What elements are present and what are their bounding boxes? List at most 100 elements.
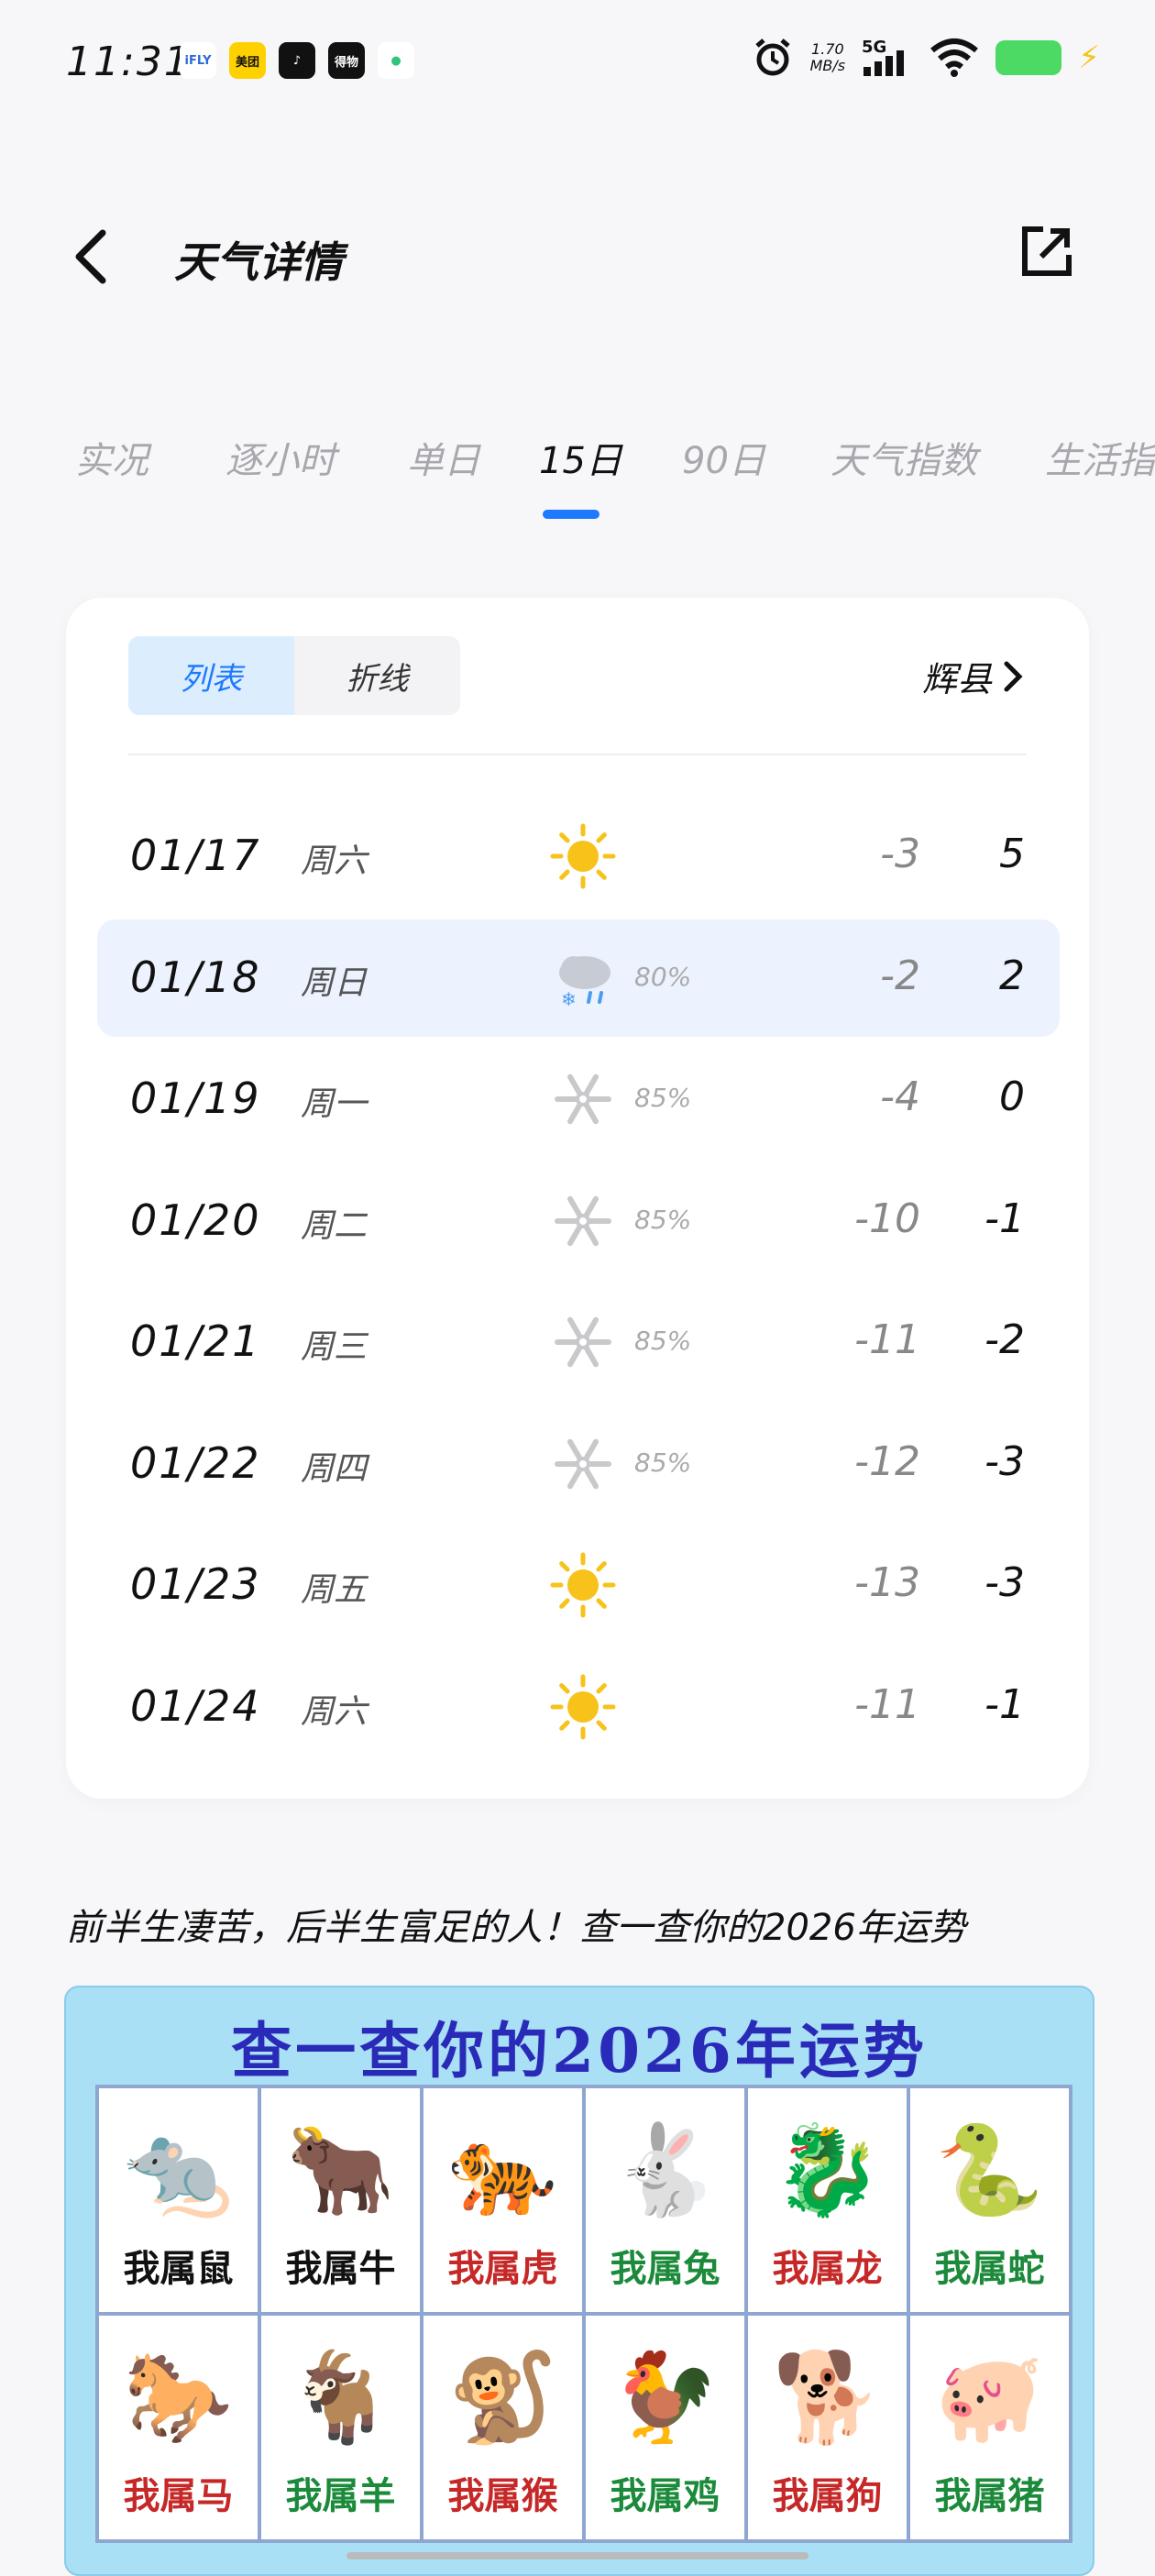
zodiac-cell[interactable]: 🐎 我属马 xyxy=(99,2316,258,2539)
line-view-button[interactable]: 折线 xyxy=(294,636,460,715)
zodiac-label: 我属鼠 xyxy=(123,2247,234,2290)
sun-icon xyxy=(550,1674,616,1739)
zodiac-label: 我属猪 xyxy=(934,2474,1045,2517)
forecast-row[interactable]: 01/20 周二 85% -10 -1 xyxy=(97,1162,1060,1280)
share-icon[interactable] xyxy=(1019,224,1074,279)
clock: 11:31 xyxy=(66,39,192,85)
sleet-icon: ❄ xyxy=(559,955,610,1010)
snow-icon xyxy=(555,1195,611,1246)
zodiac-label: 我属虎 xyxy=(447,2247,558,2290)
back-arrow-icon[interactable] xyxy=(72,227,112,286)
network-type: 5G xyxy=(862,38,886,57)
zodiac-cell[interactable]: 🐖 我属猪 xyxy=(910,2316,1069,2539)
zodiac-ad-banner[interactable]: 查一查你的2026年运势 🐀 我属鼠 🐂 我属牛 🐅 我属虎 🐇 我属兔 🐉 我属龙 🐍 我属蛇 🐎 我属… xyxy=(64,1986,1094,2576)
location-selector[interactable]: 辉县 xyxy=(922,651,1023,701)
low-temp: -11 xyxy=(854,1316,920,1363)
zodiac-label: 我属羊 xyxy=(285,2474,396,2517)
zodiac-grid: 🐀 我属鼠 🐂 我属牛 🐅 我属虎 🐇 我属兔 🐉 我属龙 🐍 我属蛇 🐎 我属马 🐐 我属羊 🐒 我属猴 🐓 我属鸡… xyxy=(95,2085,1072,2543)
low-temp: -13 xyxy=(854,1559,920,1606)
precip-chance: 85% xyxy=(634,1083,692,1113)
status-bar: 11:31 iFLY 美团 ♪ 得物 ● 1.70 MB/s 5G ⚡ xyxy=(0,0,1155,128)
forecast-weekday: 周六 xyxy=(301,842,368,880)
forecast-weekday: 周日 xyxy=(301,963,368,1002)
zodiac-animal-icon: 🐉 xyxy=(772,2119,883,2221)
divider xyxy=(128,754,1027,755)
zodiac-cell[interactable]: 🐂 我属牛 xyxy=(261,2088,420,2312)
zodiac-label: 我属蛇 xyxy=(934,2247,1045,2290)
high-temp: -1 xyxy=(984,1194,1025,1242)
network-speed-value: 1.70 xyxy=(811,40,844,58)
forecast-date: 01/19 xyxy=(130,1073,261,1123)
forecast-row[interactable]: 01/19 周一 85% -4 0 xyxy=(97,1040,1060,1158)
zodiac-animal-icon: 🐂 xyxy=(285,2119,396,2221)
tab-5[interactable]: 天气指数 xyxy=(830,431,977,484)
zodiac-label: 我属鸡 xyxy=(610,2474,720,2517)
page-title: 天气详情 xyxy=(174,237,343,287)
zodiac-animal-icon: 🐕 xyxy=(772,2346,883,2449)
chevron-right-icon xyxy=(1004,661,1023,691)
zodiac-cell[interactable]: 🐐 我属羊 xyxy=(261,2316,420,2539)
green-app-icon: ● xyxy=(378,42,414,79)
douyin-icon: ♪ xyxy=(279,42,315,79)
forecast-row[interactable]: 01/17 周六 -3 5 xyxy=(97,798,1060,915)
low-temp: -11 xyxy=(854,1680,920,1728)
tab-6[interactable]: 生活指数 xyxy=(1045,431,1155,484)
wifi-icon xyxy=(930,39,979,77)
zodiac-cell[interactable]: 🐕 我属狗 xyxy=(748,2316,907,2539)
tab-3[interactable]: 15日 xyxy=(539,431,622,484)
active-tab-indicator xyxy=(543,510,600,519)
zodiac-label: 我属牛 xyxy=(285,2247,396,2290)
snow-icon xyxy=(555,1073,611,1125)
zodiac-cell[interactable]: 🐀 我属鼠 xyxy=(99,2088,258,2312)
zodiac-label: 我属兔 xyxy=(610,2247,720,2290)
forecast-date: 01/22 xyxy=(130,1437,261,1488)
tab-bar: 实况 逐小时 单日 15日 90日 天气指数 生活指数 xyxy=(0,422,1155,523)
zodiac-cell[interactable]: 🐍 我属蛇 xyxy=(910,2088,1069,2312)
tab-1[interactable]: 逐小时 xyxy=(226,431,336,484)
precip-chance: 85% xyxy=(634,1204,692,1235)
zodiac-cell[interactable]: 🐒 我属猴 xyxy=(424,2316,582,2539)
forecast-date: 01/20 xyxy=(130,1194,261,1245)
forecast-row[interactable]: 01/18 周日 ❄ 80% -2 2 xyxy=(97,919,1060,1037)
tab-2[interactable]: 单日 xyxy=(407,431,480,484)
page-header: 天气详情 xyxy=(0,202,1155,312)
zodiac-label: 我属猴 xyxy=(447,2474,558,2517)
forecast-weekday: 周一 xyxy=(301,1085,368,1123)
zodiac-animal-icon: 🐍 xyxy=(934,2119,1045,2221)
zodiac-cell[interactable]: 🐇 我属兔 xyxy=(586,2088,744,2312)
precip-chance: 85% xyxy=(634,1326,692,1356)
forecast-row[interactable]: 01/24 周六 -11 -1 xyxy=(97,1648,1060,1766)
high-temp: 5 xyxy=(999,831,1025,877)
forecast-weekday: 周三 xyxy=(301,1328,368,1366)
forecast-weekday: 周六 xyxy=(301,1692,368,1731)
low-temp: -10 xyxy=(854,1194,920,1242)
zodiac-animal-icon: 🐀 xyxy=(123,2119,234,2221)
zodiac-cell[interactable]: 🐓 我属鸡 xyxy=(586,2316,744,2539)
promo-headline[interactable]: 前半生凄苦，后半生富足的人！查一查你的2026年运势 xyxy=(66,1898,966,1951)
low-temp: -4 xyxy=(880,1073,920,1120)
zodiac-cell[interactable]: 🐅 我属虎 xyxy=(424,2088,582,2312)
tab-0[interactable]: 实况 xyxy=(75,431,148,484)
home-indicator[interactable] xyxy=(346,2552,808,2559)
charging-bolt-icon: ⚡ xyxy=(1078,39,1100,76)
high-temp: -2 xyxy=(984,1316,1025,1363)
zodiac-label: 我属马 xyxy=(123,2474,234,2517)
ifly-icon: iFLY xyxy=(180,42,216,79)
svg-text:❄: ❄ xyxy=(561,988,577,1010)
low-temp: -3 xyxy=(880,831,920,877)
cellular-signal-icon: 5G xyxy=(862,38,905,76)
zodiac-cell[interactable]: 🐉 我属龙 xyxy=(748,2088,907,2312)
tab-4[interactable]: 90日 xyxy=(682,431,765,484)
alarm-icon xyxy=(754,39,790,76)
precip-chance: 80% xyxy=(634,961,692,992)
forecast-row[interactable]: 01/23 周五 -13 -3 xyxy=(97,1526,1060,1644)
zodiac-animal-icon: 🐓 xyxy=(610,2346,720,2449)
forecast-row[interactable]: 01/22 周四 85% -12 -3 xyxy=(97,1405,1060,1523)
high-temp: -3 xyxy=(984,1437,1025,1485)
snow-icon xyxy=(555,1316,611,1368)
forecast-row[interactable]: 01/21 周三 85% -11 -2 xyxy=(97,1283,1060,1401)
list-view-button[interactable]: 列表 xyxy=(128,636,294,715)
forecast-weekday: 周五 xyxy=(301,1571,368,1609)
low-temp: -2 xyxy=(880,952,920,999)
meituan-icon: 美团 xyxy=(229,42,266,79)
